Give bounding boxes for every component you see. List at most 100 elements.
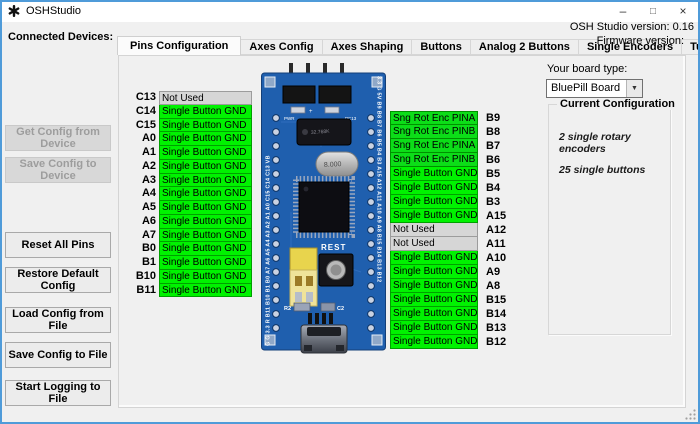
start-logging-to-file-button[interactable]: Start Logging to File xyxy=(5,380,111,406)
pin-assignment[interactable]: Single Button GND xyxy=(159,187,252,201)
silk-c2-label: C2 xyxy=(337,306,344,312)
pin-row: Single Button GND A10 xyxy=(390,251,522,265)
pin-row: Single Button GND B15 xyxy=(390,293,522,307)
pin-label: A12 xyxy=(486,223,506,237)
pin-row: A6 Single Button GND xyxy=(128,215,252,229)
pin-assignment[interactable]: Single Button GND xyxy=(390,167,478,181)
pin-assignment[interactable]: Single Button GND xyxy=(159,229,252,243)
board-type-select[interactable]: BluePill Board ▼ xyxy=(546,79,643,98)
pin-assignment[interactable]: Sng Rot Enc PINA 1/1 xyxy=(390,111,478,125)
pin-row: Sng Rot Enc PINA 1/1 B7 xyxy=(390,139,522,153)
right-pins-list: Sng Rot Enc PINA 1/1 B9 Sng Rot Enc PINB… xyxy=(390,111,522,349)
pin-assignment[interactable]: Single Button GND xyxy=(390,265,478,279)
pin-assignment[interactable]: Single Button GND xyxy=(159,146,252,160)
pin-assignment[interactable]: Not Used xyxy=(159,91,252,105)
pin-assignment[interactable]: Single Button GND xyxy=(390,321,478,335)
pin-label: C14 xyxy=(128,105,156,119)
board-type-value: BluePill Board xyxy=(547,80,626,97)
pin-label: B0 xyxy=(128,242,156,256)
bluepill-board-image: G G 3.3 R B11 B10 B1 B0 A7 A6 A5 A4 A3 A… xyxy=(261,62,386,356)
pin-assignment[interactable]: Single Button GND xyxy=(390,307,478,321)
pin-label: A6 xyxy=(128,215,156,229)
restore-default-config-button[interactable]: Restore Default Config xyxy=(5,267,111,293)
pin-row: A0 Single Button GND xyxy=(128,132,252,146)
sidebar: Get Config from Device Save Config to De… xyxy=(5,0,111,424)
pin-row: A2 Single Button GND xyxy=(128,160,252,174)
pin-row: A3 Single Button GND xyxy=(128,174,252,188)
left-pins-list: C13 Not Used C14 Single Button GND C15 S… xyxy=(128,91,252,297)
pin-assignment[interactable]: Single Button GND xyxy=(159,242,252,256)
pin-assignment[interactable]: Single Button GND xyxy=(159,215,252,229)
pin-row: Single Button GND B5 xyxy=(390,167,522,181)
pin-assignment[interactable]: Single Button GND xyxy=(159,160,252,174)
pin-assignment[interactable]: Single Button GND xyxy=(390,279,478,293)
minimize-button[interactable]: – xyxy=(608,0,638,22)
tab-axes-config[interactable]: Axes Config xyxy=(240,39,322,55)
configuration-summary-line: 2 single rotary encoders xyxy=(559,131,670,155)
pin-label: B6 xyxy=(486,153,500,167)
pin-row: B10 Single Button GND xyxy=(128,270,252,284)
pin-assignment[interactable]: Single Button GND xyxy=(390,209,478,223)
pin-assignment[interactable]: Single Button GND xyxy=(159,284,252,298)
board-left-edge-labels: G G 3.3 R B11 B10 B1 B0 A7 A6 A5 A4 A3 A… xyxy=(266,155,272,346)
pin-label: B13 xyxy=(486,321,506,335)
load-config-from-file-button[interactable]: Load Config from File xyxy=(5,307,111,333)
pin-label: B9 xyxy=(486,111,500,125)
pin-assignment[interactable]: Single Button GND xyxy=(390,195,478,209)
pin-row: Sng Rot Enc PINB 1/1 B8 xyxy=(390,125,522,139)
pin-assignment[interactable]: Single Button GND xyxy=(390,181,478,195)
crystal-marking: 8.000 xyxy=(324,161,342,169)
configuration-summary: 2 single rotary encoders 25 single butto… xyxy=(549,105,670,176)
pin-row: Not Used A12 xyxy=(390,223,522,237)
tab-pins-configuration[interactable]: Pins Configuration xyxy=(117,36,241,55)
silk-pwr-label: PWR xyxy=(284,116,295,121)
pin-assignment[interactable]: Single Button GND xyxy=(159,256,252,270)
save-config-to-file-button[interactable]: Save Config to File xyxy=(5,342,111,368)
get-config-from-device-button[interactable]: Get Config from Device xyxy=(5,125,111,151)
current-configuration-group: Current Configuration 2 single rotary en… xyxy=(548,104,671,335)
pin-label: A1 xyxy=(128,146,156,160)
pin-assignment[interactable]: Sng Rot Enc PINA 1/1 xyxy=(390,139,478,153)
pin-assignment[interactable]: Single Button GND xyxy=(159,132,252,146)
pin-label: B10 xyxy=(128,270,156,284)
tab-analog-2-buttons[interactable]: Analog 2 Buttons xyxy=(470,39,579,55)
pin-assignment[interactable]: Single Button GND xyxy=(390,293,478,307)
pin-assignment[interactable]: Single Button GND xyxy=(159,119,252,133)
version-info: OSH Studio version: 0.16 Firmware versio… xyxy=(570,20,694,48)
pin-label: B4 xyxy=(486,181,500,195)
pin-assignment[interactable]: Single Button GND xyxy=(390,335,478,349)
pin-assignment[interactable]: Not Used xyxy=(390,237,478,251)
pin-label: A5 xyxy=(128,201,156,215)
tab-axes-shaping[interactable]: Axes Shaping xyxy=(322,39,413,55)
chevron-down-icon[interactable]: ▼ xyxy=(626,80,642,97)
pin-row: Single Button GND B4 xyxy=(390,181,522,195)
tab-buttons[interactable]: Buttons xyxy=(411,39,471,55)
pin-assignment[interactable]: Sng Rot Enc PINB 1/1 xyxy=(390,125,478,139)
pin-row: A7 Single Button GND xyxy=(128,229,252,243)
pin-row: C13 Not Used xyxy=(128,91,252,105)
pin-label: B1 xyxy=(128,256,156,270)
firmware-version-label: Firmware version: xyxy=(570,34,694,48)
close-button[interactable]: × xyxy=(668,0,698,22)
pin-label: B7 xyxy=(486,139,500,153)
resize-grip[interactable] xyxy=(684,408,696,420)
pin-assignment[interactable]: Single Button GND xyxy=(390,251,478,265)
pin-row: Single Button GND B3 xyxy=(390,195,522,209)
configuration-summary-line: 25 single buttons xyxy=(559,164,670,176)
reset-all-pins-button[interactable]: Reset All Pins xyxy=(5,232,111,258)
pin-row: C14 Single Button GND xyxy=(128,105,252,119)
reset-silk-label: REST xyxy=(321,243,346,252)
maximize-button[interactable]: □ xyxy=(638,0,668,22)
pin-assignment[interactable]: Single Button GND xyxy=(159,201,252,215)
pin-assignment[interactable]: Sng Rot Enc PINB 1/1 xyxy=(390,153,478,167)
pin-assignment[interactable]: Single Button GND xyxy=(159,270,252,284)
pin-label: A0 xyxy=(128,132,156,146)
pin-assignment[interactable]: Single Button GND xyxy=(159,105,252,119)
pin-row: A1 Single Button GND xyxy=(128,146,252,160)
pin-assignment[interactable]: Single Button GND xyxy=(159,174,252,188)
pin-assignment[interactable]: Not Used xyxy=(390,223,478,237)
pin-label: B12 xyxy=(486,335,506,349)
pin-row: A4 Single Button GND xyxy=(128,187,252,201)
caption-buttons: – □ × xyxy=(608,0,698,22)
save-config-to-device-button[interactable]: Save Config to Device xyxy=(5,157,111,183)
